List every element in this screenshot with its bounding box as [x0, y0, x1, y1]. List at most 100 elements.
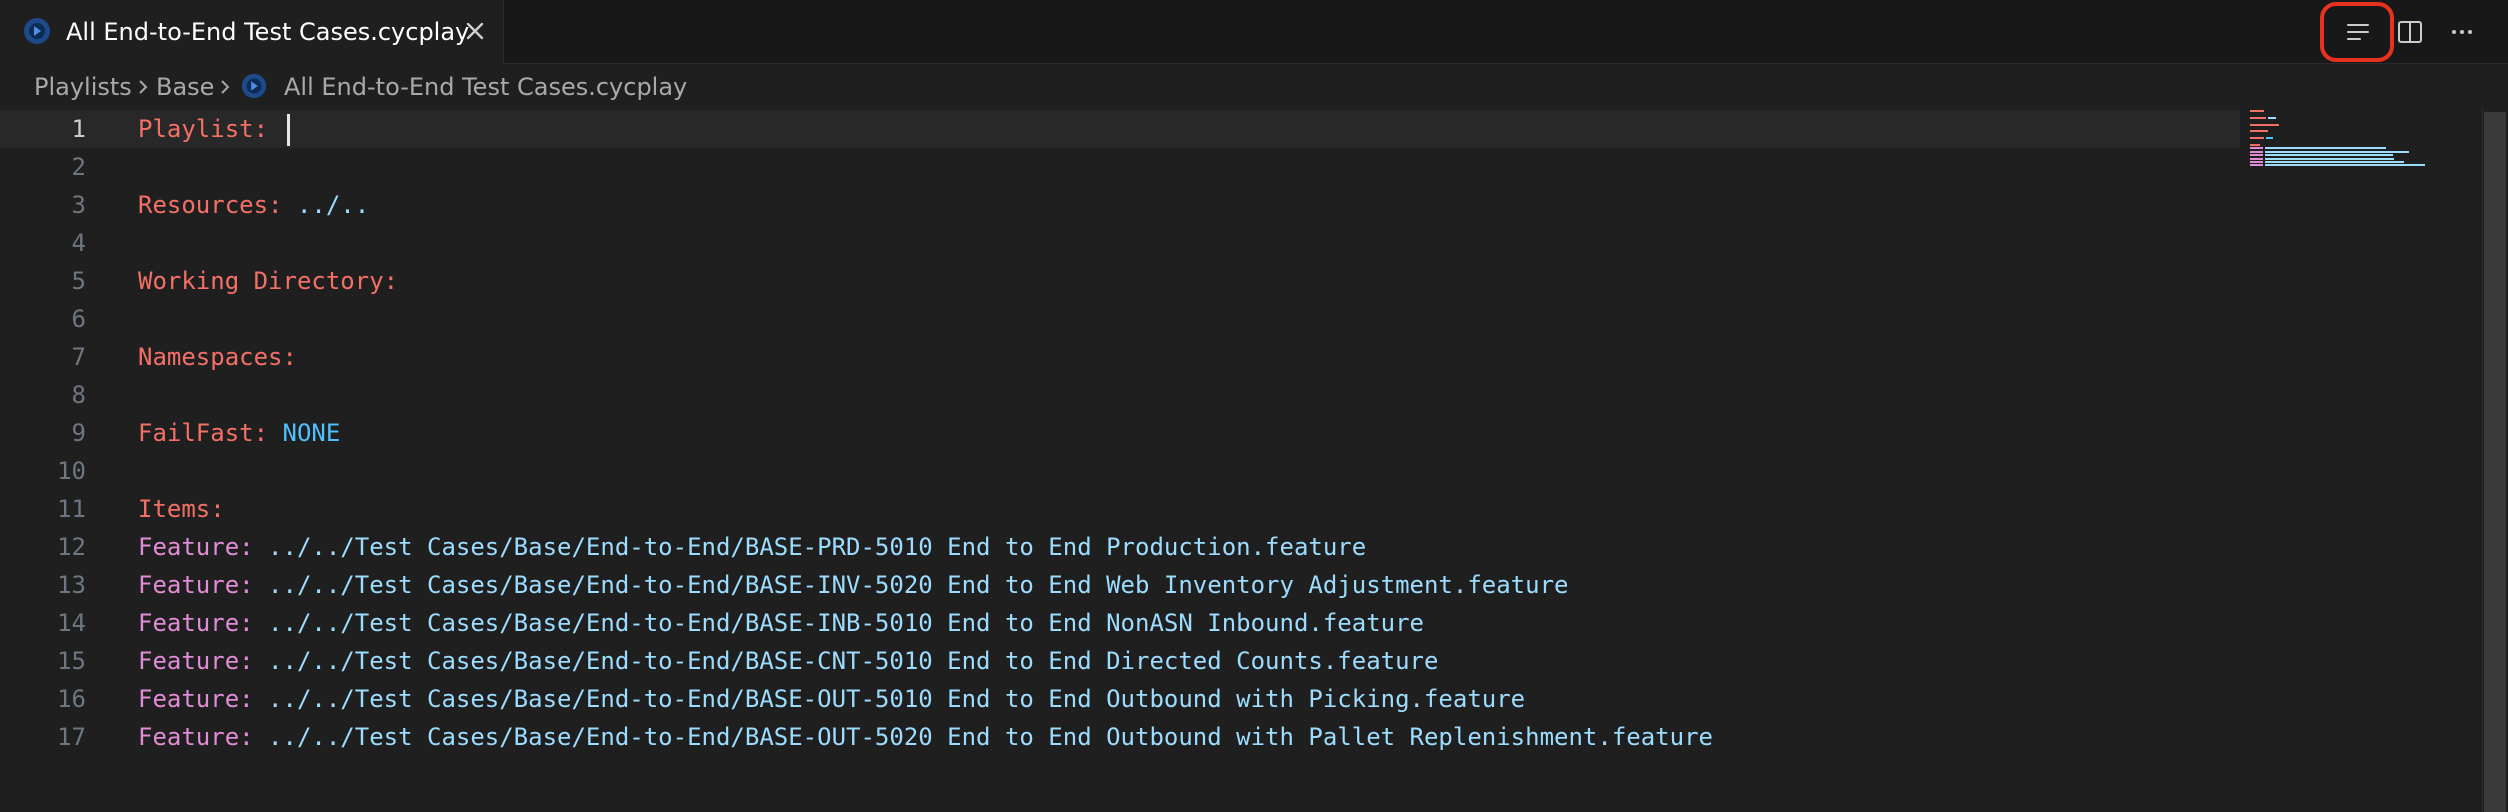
code-text: Feature: ../../Test Cases/Base/End-to-En…	[138, 566, 1568, 604]
yaml-key: Feature:	[138, 723, 254, 751]
code-line[interactable]: 7 Namespaces:	[0, 338, 2240, 376]
yaml-key: Feature:	[138, 609, 254, 637]
breadcrumb-item-file[interactable]: All End-to-End Test Cases.cycplay	[284, 72, 687, 102]
yaml-key: Feature:	[138, 571, 254, 599]
line-number: 17	[57, 723, 86, 751]
yaml-key: Items:	[138, 495, 225, 523]
minimap-line	[2264, 161, 2404, 163]
line-number: 6	[71, 305, 86, 333]
text-cursor	[286, 114, 290, 146]
close-icon[interactable]	[458, 14, 492, 48]
yaml-value: ../../Test Cases/Base/End-to-End/BASE-OU…	[268, 685, 1526, 713]
breadcrumb-item-base[interactable]: Base	[156, 72, 214, 102]
line-number: 16	[57, 685, 86, 713]
code-line[interactable]: 2	[0, 148, 2240, 186]
yaml-key: Feature:	[138, 647, 254, 675]
minimap[interactable]	[2242, 108, 2482, 812]
outline-list-icon[interactable]	[2340, 14, 2376, 50]
yaml-value: ../../Test Cases/Base/End-to-End/BASE-PR…	[268, 533, 1367, 561]
yaml-value: NONE	[282, 419, 341, 447]
line-number: 2	[71, 153, 86, 181]
yaml-key: FailFast:	[138, 419, 269, 447]
minimap-line	[2266, 137, 2273, 140]
code-editor[interactable]: 1 Playlist: 2 3 Resources: ../.. 4 5 Working D…	[0, 108, 2508, 812]
line-number: 8	[71, 381, 86, 409]
code-line[interactable]: 14 Feature: ../../Test Cases/Base/End-to-…	[0, 604, 2240, 642]
line-number: 13	[57, 571, 86, 599]
minimap-line	[2250, 154, 2263, 157]
breadcrumb: Playlists Base All End-to-End Test Cases…	[0, 64, 2508, 108]
minimap-line	[2264, 154, 2393, 157]
minimap-line	[2250, 164, 2263, 167]
minimap-line	[2264, 164, 2425, 167]
yaml-key: Feature:	[138, 533, 254, 561]
minimap-line	[2250, 150, 2263, 153]
code-line[interactable]: 4	[0, 224, 2240, 262]
code-line[interactable]: 17 Feature: ../../Test Cases/Base/End-to-…	[0, 718, 2240, 756]
yaml-key: Resources:	[138, 191, 283, 219]
editor-tab-bar: All End-to-End Test Cases.cycplay	[0, 0, 2508, 64]
code-text: Feature: ../../Test Cases/Base/End-to-En…	[138, 528, 1366, 566]
code-text: FailFast: NONE	[138, 414, 340, 452]
line-number: 15	[57, 647, 86, 675]
yaml-key: Feature:	[138, 685, 254, 713]
minimap-line	[2250, 161, 2263, 163]
yaml-value: ../../Test Cases/Base/End-to-End/BASE-CN…	[268, 647, 1439, 675]
cycplay-file-icon	[241, 73, 267, 99]
line-number: 12	[57, 533, 86, 561]
code-line[interactable]: 6	[0, 300, 2240, 338]
code-text: Working Directory:	[138, 262, 398, 300]
minimap-line	[2250, 147, 2263, 150]
line-number: 3	[71, 191, 86, 219]
cycplay-file-icon	[24, 18, 50, 44]
code-line[interactable]: 8	[0, 376, 2240, 414]
code-text: Feature: ../../Test Cases/Base/End-to-En…	[138, 642, 1438, 680]
minimap-line	[2264, 150, 2409, 153]
split-editor-icon[interactable]	[2392, 14, 2428, 50]
code-text: Resources: ../..	[138, 186, 369, 224]
code-line[interactable]: 12 Feature: ../../Test Cases/Base/End-to-…	[0, 528, 2240, 566]
code-line[interactable]: 5 Working Directory:	[0, 262, 2240, 300]
yaml-key: Namespaces:	[138, 343, 297, 371]
line-number: 7	[71, 343, 86, 371]
code-line[interactable]: 3 Resources: ../..	[0, 186, 2240, 224]
code-text: Feature: ../../Test Cases/Base/End-to-En…	[138, 718, 1713, 756]
code-line[interactable]: 16 Feature: ../../Test Cases/Base/End-to-…	[0, 680, 2240, 718]
chevron-right-icon	[139, 80, 148, 94]
tab-title: All End-to-End Test Cases.cycplay	[66, 18, 470, 46]
line-number: 9	[71, 419, 86, 447]
code-line[interactable]: 1 Playlist:	[0, 110, 2240, 148]
code-line[interactable]: 15 Feature: ../../Test Cases/Base/End-to-…	[0, 642, 2240, 680]
yaml-value: ../..	[296, 191, 370, 219]
minimap-line	[2264, 157, 2395, 160]
yaml-key: Playlist:	[138, 115, 269, 143]
yaml-value: ../../Test Cases/Base/End-to-End/BASE-IN…	[268, 609, 1424, 637]
code-text: Feature: ../../Test Cases/Base/End-to-En…	[138, 604, 1424, 642]
chevron-right-icon	[221, 80, 230, 94]
breadcrumb-item-playlists[interactable]: Playlists	[34, 72, 132, 102]
minimap-line	[2250, 130, 2268, 133]
minimap-line	[2250, 116, 2266, 119]
minimap-line	[2250, 137, 2265, 140]
line-number: 4	[71, 229, 86, 257]
minimap-line	[2250, 157, 2263, 160]
minimap-line	[2264, 147, 2387, 150]
yaml-value: ../../Test Cases/Base/End-to-End/BASE-IN…	[268, 571, 1569, 599]
code-text: Playlist:	[138, 110, 290, 148]
line-number: 10	[57, 457, 86, 485]
code-line[interactable]: 13 Feature: ../../Test Cases/Base/End-to-…	[0, 566, 2240, 604]
line-number: 1	[71, 115, 86, 143]
code-line[interactable]: 10	[0, 452, 2240, 490]
minimap-line	[2250, 110, 2265, 112]
more-actions-icon[interactable]	[2444, 14, 2480, 50]
yaml-key: Working Directory:	[138, 267, 399, 295]
code-line[interactable]: 9 FailFast: NONE	[0, 414, 2240, 452]
scrollbar-thumb[interactable]	[2484, 112, 2506, 812]
code-line[interactable]: 11 Items:	[0, 490, 2240, 528]
minimap-line	[2250, 123, 2279, 126]
editor-tab-active[interactable]: All End-to-End Test Cases.cycplay	[0, 0, 504, 64]
code-text: Feature: ../../Test Cases/Base/End-to-En…	[138, 680, 1525, 718]
code-text: Namespaces:	[138, 338, 297, 376]
line-number: 5	[71, 267, 86, 295]
minimap-line	[2250, 144, 2260, 146]
